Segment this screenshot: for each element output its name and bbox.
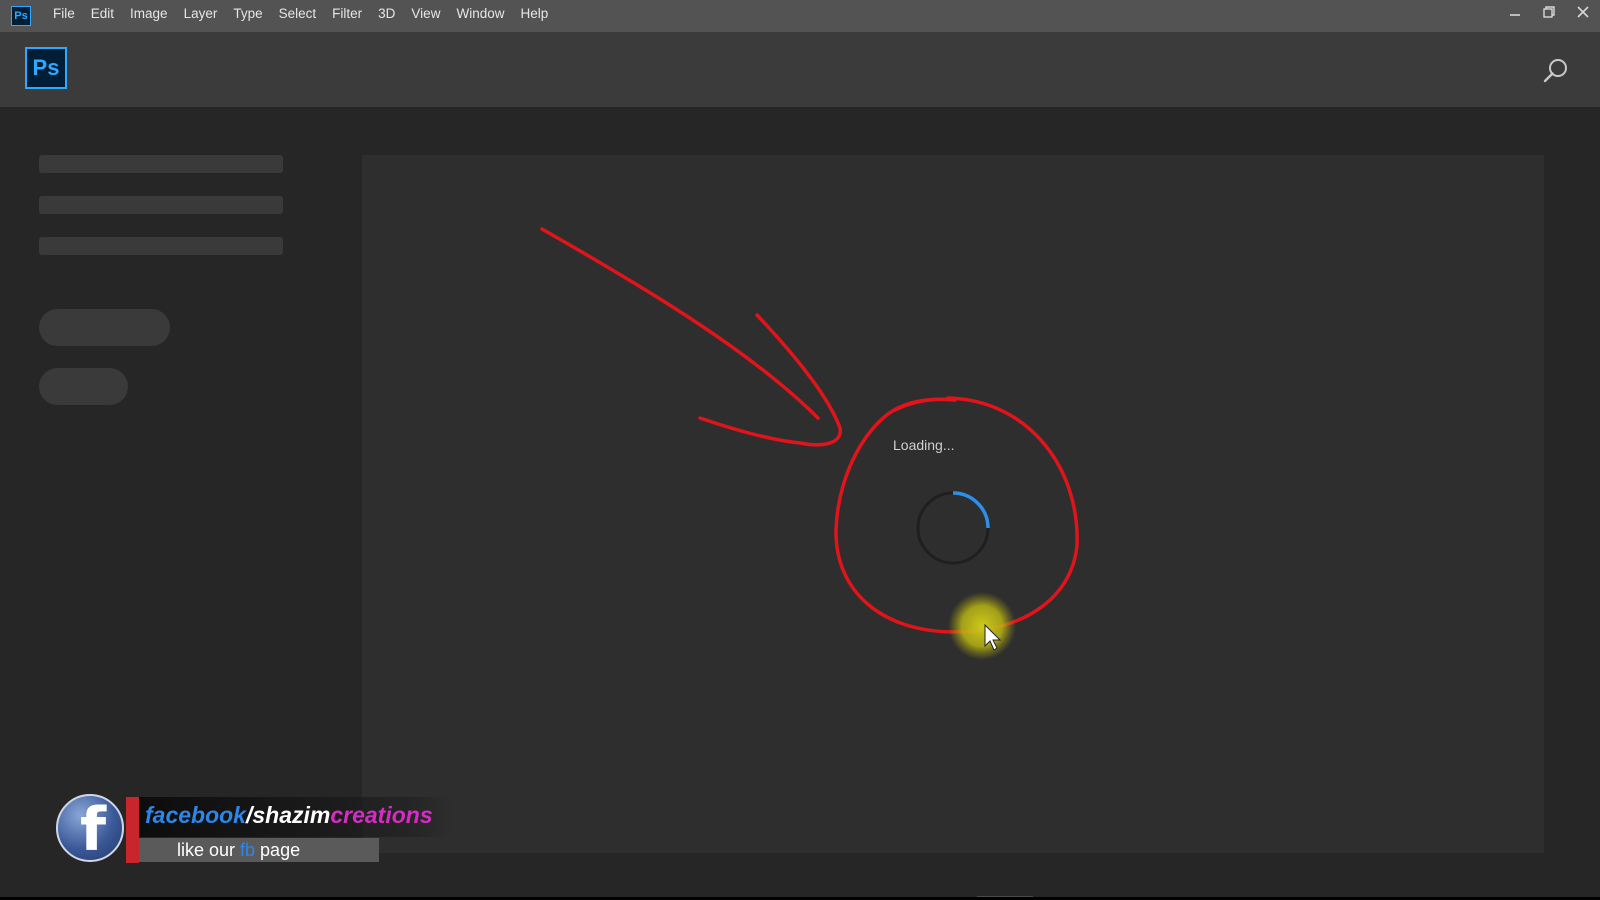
subtitle-part-1: like our	[177, 840, 241, 860]
loading-spinner-icon	[916, 491, 990, 565]
home-header: Ps	[0, 32, 1600, 107]
menu-select[interactable]: Select	[271, 0, 325, 32]
menu-type[interactable]: Type	[225, 0, 270, 32]
sidebar-placeholder-line	[39, 155, 283, 173]
restore-icon	[1543, 6, 1555, 18]
facebook-logo-icon: f	[56, 794, 124, 862]
bottom-scroll-handle[interactable]	[977, 896, 1033, 897]
search-icon[interactable]	[1542, 57, 1570, 85]
restore-button[interactable]	[1532, 0, 1566, 24]
menu-window[interactable]: Window	[448, 0, 512, 32]
menu-layer[interactable]: Layer	[176, 0, 226, 32]
facebook-handle: facebook/shazimcreations	[145, 802, 433, 829]
menu-view[interactable]: View	[403, 0, 448, 32]
menu-help[interactable]: Help	[512, 0, 556, 32]
subtitle-part-3: page	[255, 840, 301, 860]
menu-3d[interactable]: 3D	[370, 0, 403, 32]
minimize-button[interactable]	[1498, 0, 1532, 24]
menu-edit[interactable]: Edit	[83, 0, 122, 32]
close-button[interactable]	[1566, 0, 1600, 24]
sidebar-placeholder-button	[39, 368, 128, 405]
window-controls	[1498, 0, 1600, 24]
menu-bar: Ps File Edit Image Layer Type Select Fil…	[0, 0, 1600, 32]
handle-part-creations: creations	[330, 802, 433, 828]
close-icon	[1577, 6, 1589, 18]
photoshop-window: Ps File Edit Image Layer Type Select Fil…	[0, 0, 1600, 897]
promo-subtitle: like our fb page	[139, 838, 379, 862]
photoshop-logo: Ps	[25, 47, 67, 89]
subtitle-part-fb: fb	[240, 840, 256, 860]
handle-part-name: /shazim	[245, 802, 331, 828]
menu-file[interactable]: File	[45, 0, 83, 32]
sidebar-placeholder-button	[39, 309, 170, 346]
promo-red-bar	[126, 797, 139, 863]
handle-part-facebook: facebook	[145, 802, 246, 828]
loading-label: Loading...	[893, 437, 955, 453]
sidebar-placeholder-line	[39, 237, 283, 255]
photoshop-app-icon[interactable]: Ps	[11, 6, 31, 26]
menu-filter[interactable]: Filter	[324, 0, 370, 32]
menu-image[interactable]: Image	[122, 0, 176, 32]
sidebar-placeholder-line	[39, 196, 283, 214]
minimize-icon	[1510, 14, 1520, 16]
